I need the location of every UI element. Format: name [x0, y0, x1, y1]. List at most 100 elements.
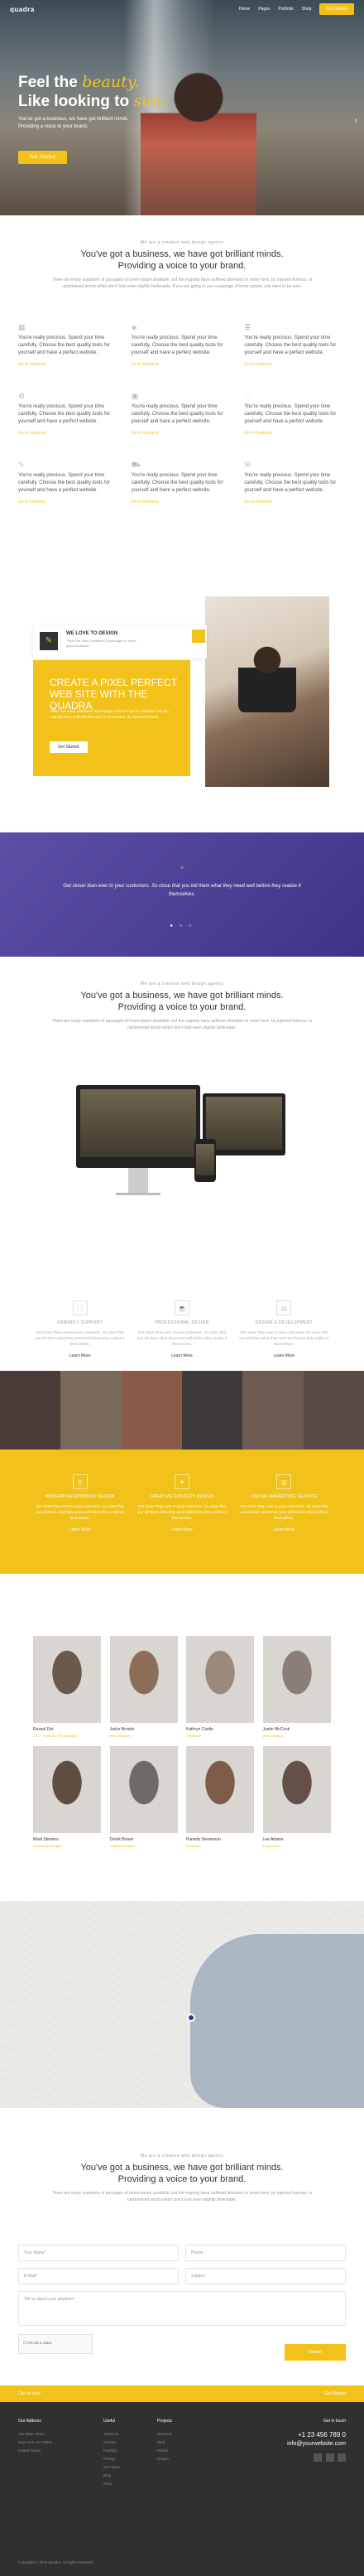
footer-link[interactable]: Pricing [103, 2455, 120, 2463]
service-link[interactable]: Learn More [33, 1353, 127, 1358]
footer-link[interactable]: Mobile [157, 2447, 172, 2455]
service-link[interactable]: Learn More [237, 1353, 331, 1358]
strip-photo[interactable] [303, 1371, 364, 1450]
instagram-icon[interactable] [338, 2453, 346, 2462]
footer-address-line: United States [18, 2448, 41, 2453]
strip-photo[interactable] [242, 1371, 304, 1450]
service-link[interactable]: Learn More [33, 1527, 127, 1532]
top-nav: quadra Home Pages Portfolio Shop Get Sta… [0, 0, 364, 18]
team-member[interactable]: Jacke Brooks Web Designer [109, 1636, 179, 1738]
service-link[interactable]: Learn More [135, 1353, 228, 1358]
devices-intro: We are a creative web design agency You'… [0, 982, 364, 1031]
feature-link[interactable]: Go to Features [244, 499, 346, 504]
team-member[interactable]: Kathryn Castle Developer [186, 1636, 255, 1738]
subject-field[interactable]: Subject [185, 2268, 346, 2284]
team-member[interactable]: Pamela Stevenson Developer [186, 1746, 255, 1848]
feature-link[interactable]: Go to Features [18, 499, 120, 504]
service-text: Get closer than ever to your customers. … [35, 1504, 125, 1520]
footer-link[interactable]: Shop [103, 2480, 120, 2488]
avatar [109, 1636, 178, 1723]
footer-link[interactable]: Web [157, 2439, 172, 2447]
intro-section: We are a creative web design agency You'… [0, 215, 364, 290]
desktop-mockup [76, 1085, 200, 1168]
strip-photo[interactable] [182, 1371, 243, 1450]
bulb-icon: ☀ [174, 1474, 189, 1489]
footer-email[interactable]: info@yourwebsite.com [287, 2439, 346, 2448]
feature-link[interactable]: Go to Features [18, 431, 120, 436]
avatar [109, 1746, 178, 1833]
map-pin-icon[interactable] [187, 2014, 195, 2022]
slider-next-icon[interactable]: › [355, 116, 357, 125]
devices-title: You've got a business, we have got brill… [0, 990, 364, 1013]
footer: Our Address 123 Main Street New York, NY… [0, 2402, 364, 2576]
team-member[interactable]: Justin McCook Web Designer [262, 1636, 332, 1738]
service-link[interactable]: Learn More [237, 1527, 331, 1532]
promo-button[interactable]: Get Started [50, 741, 88, 753]
strip-photo[interactable] [60, 1371, 122, 1450]
facebook-icon[interactable] [314, 2453, 323, 2462]
phone-field[interactable]: Phone [185, 2245, 346, 2261]
footer-link[interactable]: Our Team [103, 2463, 120, 2472]
contact-form: Your Name* Phone E-Mail* Subject Tell us… [18, 2245, 346, 2361]
feature-text: You're really precious. Spend your time … [18, 473, 110, 493]
twitter-icon[interactable] [325, 2453, 334, 2462]
team-member[interactable]: Lee Adams Programmer [262, 1746, 332, 1848]
footer-link[interactable]: Design [157, 2455, 172, 2463]
message-field[interactable]: Tell us about your situation* [18, 2291, 346, 2326]
feature-item: ✉ You're really precious. Spend your tim… [244, 461, 346, 504]
feature-item: ◈ You're really precious. Spend your tim… [132, 323, 233, 367]
avatar [33, 1636, 101, 1723]
service-text: Get closer than ever to your customers. … [239, 1330, 329, 1346]
team-member[interactable]: Derek Brown Graphic Designer [109, 1746, 179, 1848]
footer-link[interactable]: Contact [103, 2439, 120, 2447]
feature-link[interactable]: Go to Features [132, 431, 233, 436]
hero-accent1: beauty. [82, 73, 139, 91]
service-text: Get closer than ever to your customers. … [136, 1504, 228, 1520]
captcha-checkbox[interactable]: ☐ I'm not a robot [18, 2334, 93, 2354]
copyright: Copyright © 2018 Quadra. All rights rese… [18, 2560, 93, 2564]
feature-link[interactable]: Go to Features [132, 362, 233, 367]
feature-link[interactable]: Go to Features [132, 499, 233, 504]
footer-link[interactable]: About Us [103, 2430, 120, 2439]
quote-pagination[interactable]: ● ○ ○ [0, 924, 364, 929]
nav-link-portfolio[interactable]: Portfolio [278, 7, 293, 12]
cart-icon: ⛟ [131, 461, 141, 469]
footer-contact-title: Get in touch [323, 2419, 346, 2424]
footer-link[interactable]: Blog [103, 2472, 120, 2480]
callout-bar: Call us now! Get Started [0, 2385, 364, 2402]
logo[interactable]: quadra [10, 6, 35, 13]
callout-button[interactable]: Get Started [324, 2391, 346, 2396]
nav-cta-button[interactable]: Get Started [319, 3, 354, 15]
quote-icon: “ [180, 866, 184, 875]
team-member[interactable]: Mark Stevens Marketing Manager [33, 1746, 102, 1848]
nav-link-pages[interactable]: Pages [258, 7, 270, 12]
footer-phone[interactable]: +1 23 456 789 0 [287, 2430, 346, 2439]
nav-link-shop[interactable]: Shop [302, 7, 312, 12]
contact-kicker: We are a creative web design agency [140, 2154, 224, 2159]
map[interactable] [0, 1901, 364, 2108]
team-member[interactable]: Russel Dot CEO - Founder / Photographer [33, 1636, 102, 1738]
tag-icon: ◈ [131, 323, 137, 331]
feature-text: You're really precious. Spend your time … [131, 404, 223, 424]
strip-photo[interactable] [121, 1371, 182, 1450]
footer-link[interactable]: Business [157, 2430, 172, 2439]
hero-cta-button[interactable]: Get Started [18, 151, 67, 164]
service-text: Get closer than ever to your customers. … [35, 1330, 125, 1346]
services-row: ▢ FRIENDLY SUPPORT Get closer than ever … [0, 1300, 364, 1358]
photographer-image [205, 596, 329, 787]
footer-link[interactable]: Portfolio [103, 2447, 120, 2455]
name-field[interactable]: Your Name* [18, 2245, 179, 2261]
nav-link-home[interactable]: Home [239, 7, 250, 12]
hero-title: Feel the beauty. Like looking to sun. [18, 73, 167, 111]
feature-link[interactable]: Go to Features [244, 362, 346, 367]
feature-link[interactable]: Go to Features [18, 362, 120, 367]
promo-title: CREATE A PIXEL PERFECT WEB SITE WITH THE… [50, 677, 177, 712]
feature-link[interactable]: Go to Features [244, 431, 346, 436]
service-link[interactable]: Learn More [135, 1527, 228, 1532]
submit-button[interactable]: Submit [285, 2344, 346, 2361]
quote-text: Get closer than ever to your customers. … [63, 884, 301, 897]
avatar [262, 1636, 331, 1723]
strip-photo[interactable] [0, 1371, 61, 1450]
email-field[interactable]: E-Mail* [18, 2268, 179, 2284]
member-role: Marketing Manager [33, 1844, 62, 1848]
